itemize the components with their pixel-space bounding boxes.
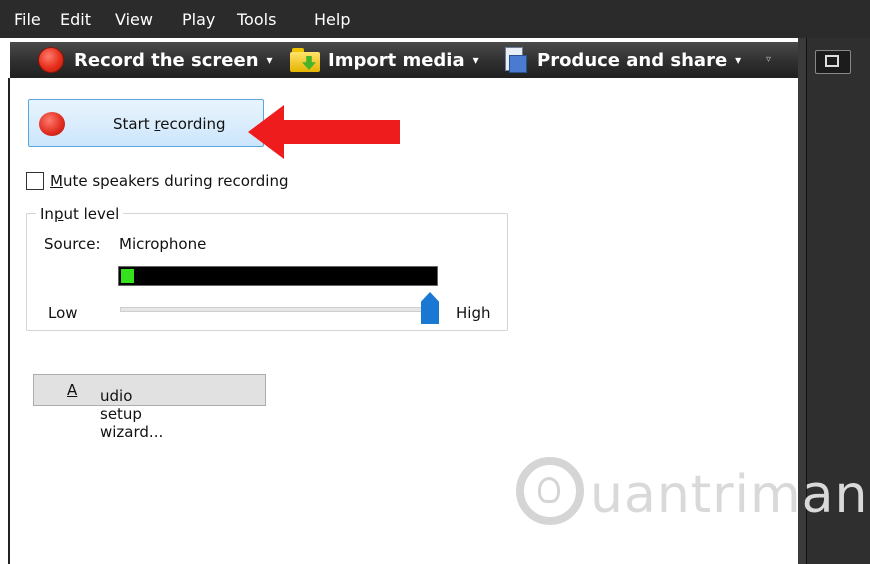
menu-file[interactable]: File bbox=[14, 11, 41, 29]
watermark: uantrimang bbox=[512, 445, 870, 555]
input-volume-slider-track[interactable] bbox=[120, 307, 436, 312]
input-level-meter bbox=[118, 266, 438, 286]
folder-import-icon bbox=[290, 48, 320, 72]
import-media-button[interactable]: Import media ▾ bbox=[290, 42, 479, 78]
task-toolbar: Record the screen ▾ Import media ▾ Produ… bbox=[10, 42, 798, 78]
record-dot-icon bbox=[38, 47, 64, 73]
audio-setup-wizard-button[interactable]: Audio setup wizard... bbox=[33, 374, 266, 441]
mute-speakers-label[interactable]: Mute speakers during recording bbox=[50, 172, 289, 190]
source-label: Source: bbox=[44, 235, 101, 253]
camtasia-window: File Edit View Play Tools Help Record th… bbox=[0, 0, 870, 564]
start-recording-label: Start recording bbox=[113, 115, 226, 133]
panel-toggle-button[interactable] bbox=[815, 50, 851, 74]
import-media-label: Import media bbox=[328, 49, 465, 71]
menu-tools[interactable]: Tools bbox=[237, 11, 276, 29]
produce-share-button[interactable]: Produce and share ▾ bbox=[503, 42, 741, 78]
input-level-meter-fill bbox=[121, 269, 134, 283]
produce-share-label: Produce and share bbox=[537, 49, 728, 71]
chevron-down-icon: ▾ bbox=[266, 53, 273, 67]
menu-help[interactable]: Help bbox=[314, 11, 350, 29]
mute-speakers-checkbox[interactable] bbox=[26, 172, 44, 190]
watermark-text: uantrimang bbox=[590, 465, 870, 525]
lightbulb-icon bbox=[538, 477, 560, 503]
record-screen-button[interactable]: Record the screen ▾ bbox=[38, 42, 273, 78]
produce-share-icon bbox=[503, 47, 527, 73]
start-recording-button[interactable]: Start recording bbox=[28, 99, 264, 147]
menu-edit[interactable]: Edit bbox=[60, 11, 91, 29]
chevron-down-icon: ▾ bbox=[735, 53, 742, 67]
record-screen-label: Record the screen bbox=[74, 49, 259, 71]
input-level-title: Input level bbox=[36, 205, 124, 223]
menu-view[interactable]: View bbox=[115, 11, 153, 29]
audio-setup-wizard-label: Audio setup wizard... bbox=[67, 381, 164, 441]
menu-bar: File Edit View Play Tools Help bbox=[0, 0, 870, 38]
panel-toggle-icon bbox=[825, 55, 839, 67]
slider-low-label: Low bbox=[48, 304, 78, 322]
pointer-arrow-annotation bbox=[248, 105, 400, 159]
slider-high-label: High bbox=[456, 304, 491, 322]
source-value: Microphone bbox=[119, 235, 207, 253]
record-dot-icon bbox=[39, 112, 65, 136]
toolbar-overflow-icon[interactable]: ▿ bbox=[766, 54, 776, 66]
chevron-down-icon: ▾ bbox=[472, 53, 479, 67]
menu-play[interactable]: Play bbox=[182, 11, 215, 29]
